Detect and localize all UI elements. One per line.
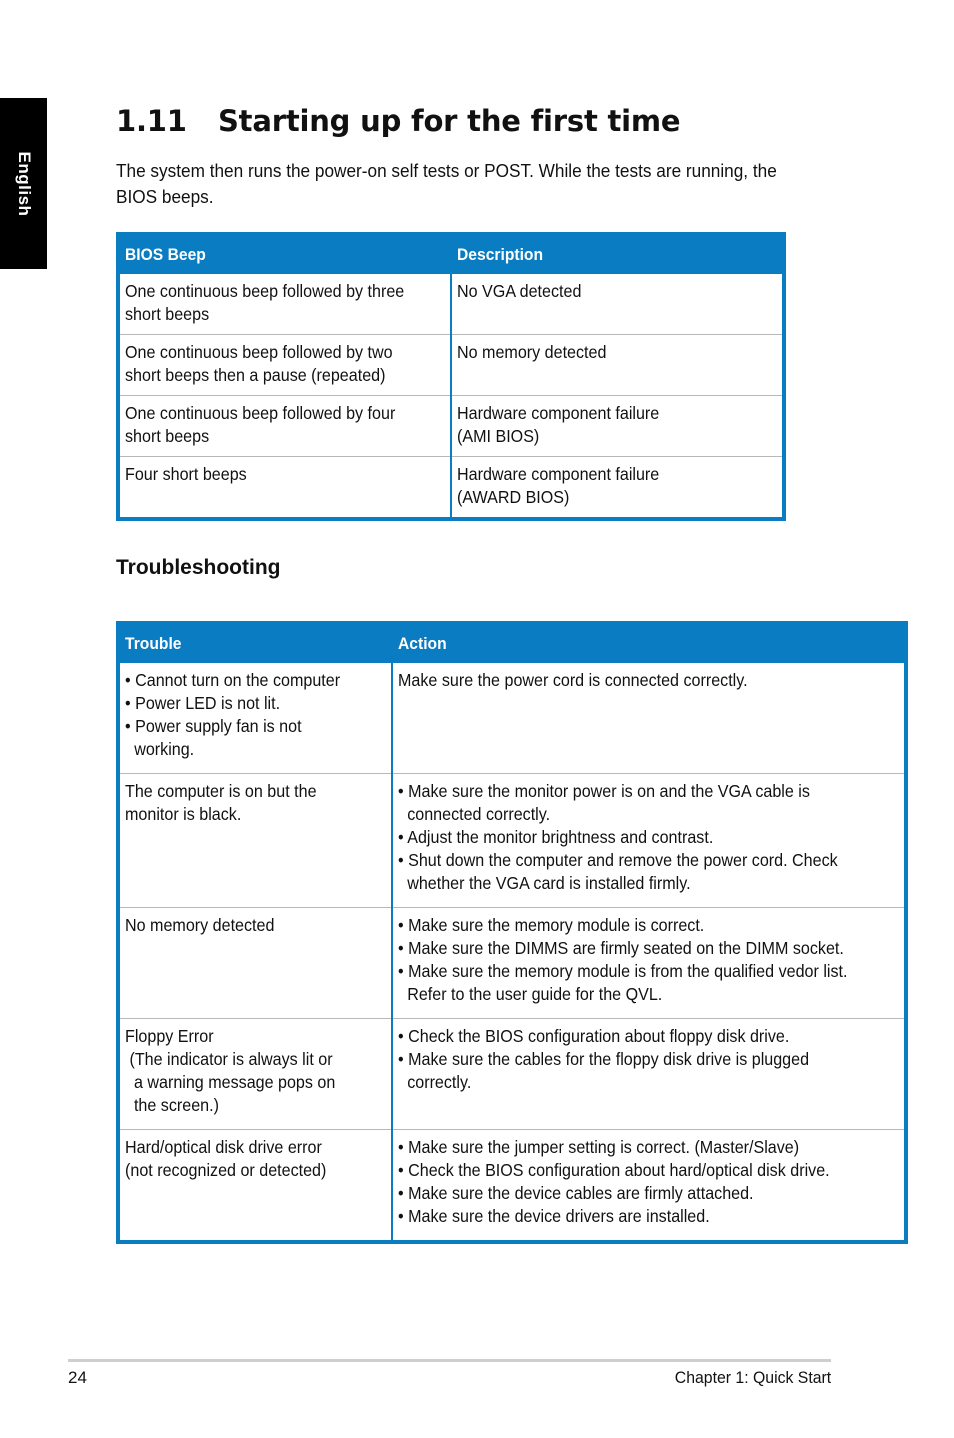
cell-line: • Make sure the device drivers are insta… — [398, 1206, 710, 1226]
language-label: English — [14, 151, 34, 216]
action-cell: • Make sure the memory module is correct… — [391, 907, 906, 1019]
column-header-bios-beep: BIOS Beep — [118, 234, 451, 274]
table-row: • Cannot turn on the computer • Power LED… — [118, 663, 906, 774]
cell-line: • Make sure the DIMMS are firmly seated … — [398, 938, 844, 958]
section-number: 1.11 — [116, 104, 187, 138]
section-title: Starting up for the first time — [218, 104, 681, 138]
cell-line: • Adjust the monitor brightness and cont… — [398, 827, 714, 847]
bios-beep-cell: One continuous beep followed by three sho… — [118, 274, 451, 335]
cell-line: One continuous beep followed by four — [125, 403, 396, 423]
bios-beep-cell: One continuous beep followed by two short… — [118, 334, 451, 396]
cell-line: Hardware component failure — [457, 464, 660, 484]
cell-line: • Make sure the monitor power is on and … — [398, 781, 810, 824]
action-cell: • Make sure the monitor power is on and … — [391, 773, 906, 908]
cell-line: short beeps — [125, 426, 210, 446]
cell-line: • Shut down the computer and remove the … — [398, 850, 838, 893]
column-header-trouble: Trouble — [118, 623, 392, 663]
table-row: Floppy Error (The indicator is always li… — [118, 1018, 906, 1130]
description-cell: No memory detected — [450, 334, 784, 396]
table-row: No memory detected • Make sure the memory… — [118, 907, 906, 1019]
cell-line: No VGA detected — [457, 281, 582, 301]
cell-line: • Check the BIOS configuration about har… — [398, 1160, 830, 1180]
trouble-cell: The computer is on but the monitor is bla… — [118, 773, 392, 908]
table-header-row: BIOS Beep Description — [118, 234, 784, 274]
cell-line: (AWARD BIOS) — [457, 487, 570, 507]
cell-line: No memory detected — [125, 915, 275, 935]
cell-line: One continuous beep followed by three — [125, 281, 405, 301]
table-row: Hard/optical disk drive error (not recogn… — [118, 1129, 906, 1242]
cell-line: • Make sure the jumper setting is correc… — [398, 1137, 800, 1157]
trouble-cell: No memory detected — [118, 907, 392, 1019]
cell-line: a warning message pops on — [125, 1072, 336, 1092]
troubleshooting-heading: Troubleshooting — [116, 556, 281, 579]
cell-line: Hard/optical disk drive error — [125, 1137, 322, 1157]
description-cell: Hardware component failure (AWARD BIOS) — [450, 456, 784, 519]
action-cell: • Check the BIOS configuration about flo… — [391, 1018, 906, 1130]
cell-line: • Cannot turn on the computer — [125, 670, 341, 690]
cell-line: Hardware component failure — [457, 403, 660, 423]
bios-beep-table: BIOS Beep Description One continuous bee… — [116, 232, 786, 521]
page-title: 1.11 Starting up for the first time — [116, 104, 681, 138]
cell-line: • Make sure the memory module is from th… — [398, 961, 848, 1004]
cell-line: No memory detected — [457, 342, 607, 362]
intro-paragraph: The system then runs the power-on self t… — [116, 160, 777, 207]
cell-line: Four short beeps — [125, 464, 247, 484]
page-number: 24 — [68, 1368, 87, 1387]
trouble-cell: Floppy Error (The indicator is always li… — [118, 1018, 392, 1130]
cell-line: (AMI BIOS) — [457, 426, 540, 446]
table-row: One continuous beep followed by three sho… — [118, 274, 784, 335]
cell-line: The computer is on but the — [125, 781, 317, 801]
language-side-tab: English — [0, 98, 47, 269]
table-header-row: Trouble Action — [118, 623, 906, 663]
troubleshooting-table: Trouble Action • Cannot turn on the comp… — [116, 621, 908, 1244]
table-row: One continuous beep followed by two short… — [118, 334, 784, 396]
cell-line: • Check the BIOS configuration about flo… — [398, 1026, 790, 1046]
cell-line: short beeps then a pause (repeated) — [125, 365, 386, 385]
cell-line: (The indicator is always lit or — [125, 1049, 333, 1069]
action-cell: • Make sure the jumper setting is correc… — [391, 1129, 906, 1242]
trouble-cell: Hard/optical disk drive error (not recogn… — [118, 1129, 392, 1242]
table-row: Four short beeps Hardware component failu… — [118, 456, 784, 519]
cell-line: Make sure the power cord is connected co… — [398, 670, 748, 690]
trouble-cell: • Cannot turn on the computer • Power LED… — [118, 663, 392, 774]
bios-beep-cell: Four short beeps — [118, 456, 451, 519]
column-header-action: Action — [391, 623, 906, 663]
cell-line: • Power supply fan is not working. — [125, 716, 302, 759]
cell-line: monitor is black. — [125, 804, 242, 824]
table-row: One continuous beep followed by four shor… — [118, 395, 784, 457]
table-row: The computer is on but the monitor is bla… — [118, 773, 906, 908]
action-cell: Make sure the power cord is connected co… — [391, 663, 906, 774]
column-header-description: Description — [450, 234, 784, 274]
cell-line: One continuous beep followed by two — [125, 342, 393, 362]
cell-line: the screen.) — [125, 1095, 219, 1115]
description-cell: No VGA detected — [450, 274, 784, 335]
chapter-label: Chapter 1: Quick Start — [674, 1368, 831, 1387]
footer-divider — [68, 1359, 831, 1362]
cell-line: • Make sure the device cables are firmly… — [398, 1183, 754, 1203]
cell-line: (not recognized or detected) — [125, 1160, 327, 1180]
bios-beep-cell: One continuous beep followed by four shor… — [118, 395, 451, 457]
cell-line: • Make sure the cables for the floppy di… — [398, 1049, 810, 1092]
cell-line: • Make sure the memory module is correct… — [398, 915, 705, 935]
cell-line: short beeps — [125, 304, 210, 324]
description-cell: Hardware component failure (AMI BIOS) — [450, 395, 784, 457]
cell-line: • Power LED is not lit. — [125, 693, 281, 713]
cell-line: Floppy Error — [125, 1026, 214, 1046]
